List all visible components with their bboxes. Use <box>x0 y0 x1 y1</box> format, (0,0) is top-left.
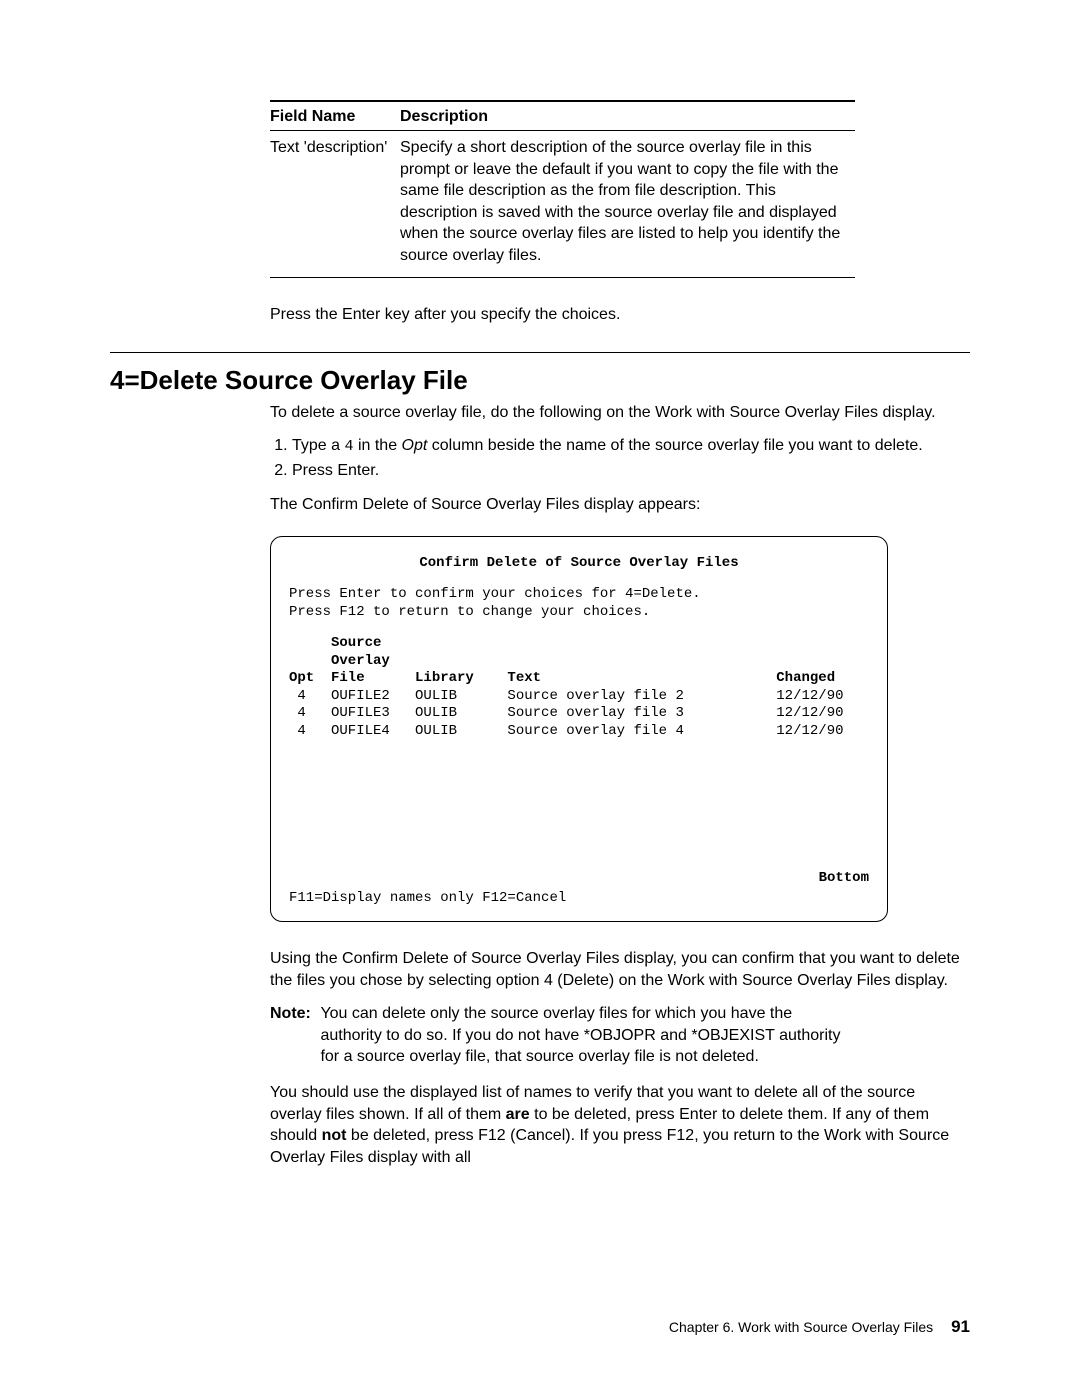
steps-list: Type a 4 in the Opt column beside the na… <box>270 435 970 482</box>
paragraph-press-enter: Press the Enter key after you specify th… <box>270 306 970 324</box>
table-row: Text 'description' Specify a short descr… <box>270 131 855 278</box>
col-header-description: Description <box>400 101 855 131</box>
screen-data-table: Source Overlay Opt File Library Text Cha… <box>289 635 869 740</box>
screen-function-keys: F11=Display names only F12=Cancel <box>289 890 869 908</box>
col-header-fieldname: Field Name <box>270 101 400 131</box>
note-label: Note: <box>270 1003 316 1025</box>
intro-paragraph: To delete a source overlay file, do the … <box>270 402 970 424</box>
paragraph-verify: You should use the displayed list of nam… <box>270 1082 970 1168</box>
screen-title: Confirm Delete of Source Overlay Files <box>289 555 869 573</box>
screen-instructions: Press Enter to confirm your choices for … <box>289 586 869 621</box>
footer-page-number: 91 <box>951 1317 970 1336</box>
cell-description: Specify a short description of the sourc… <box>400 131 855 278</box>
section-divider <box>110 352 970 353</box>
cell-fieldname: Text 'description' <box>270 131 400 278</box>
step-2: Press Enter. <box>292 460 970 482</box>
footer-chapter: Chapter 6. Work with Source Overlay File… <box>669 1319 933 1335</box>
note-block: Note: You can delete only the source ove… <box>270 1003 970 1068</box>
step-1: Type a 4 in the Opt column beside the na… <box>292 435 970 457</box>
screen-row: 4 OUFILE3 OULIB Source overlay file 3 12… <box>289 705 844 721</box>
paragraph-confirm: Using the Confirm Delete of Source Overl… <box>270 948 970 991</box>
screen-row: 4 OUFILE4 OULIB Source overlay file 4 12… <box>289 723 844 739</box>
pre-screen-paragraph: The Confirm Delete of Source Overlay Fil… <box>270 494 970 516</box>
terminal-screen: Confirm Delete of Source Overlay Files P… <box>270 536 888 923</box>
note-body: You can delete only the source overlay f… <box>320 1003 850 1068</box>
field-table: Field Name Description Text 'description… <box>270 100 855 278</box>
screen-bottom-indicator: Bottom <box>289 870 869 888</box>
screen-row: 4 OUFILE2 OULIB Source overlay file 2 12… <box>289 688 844 704</box>
section-heading: 4=Delete Source Overlay File <box>110 365 970 396</box>
page-footer: Chapter 6. Work with Source Overlay File… <box>669 1317 970 1337</box>
